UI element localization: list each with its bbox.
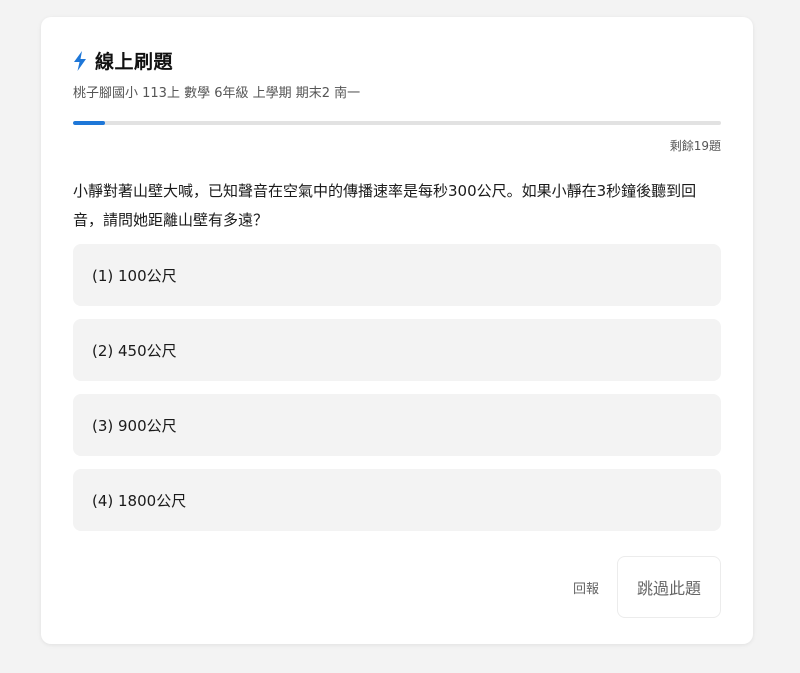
answer-options: (1) 100公尺 (2) 450公尺 (3) 900公尺 (4) 1800公尺	[73, 244, 721, 544]
remaining-count: 剩餘19題	[669, 139, 721, 153]
quiz-header: 線上刷題	[73, 47, 173, 74]
lightning-bolt-icon	[74, 50, 86, 71]
quiz-card: 線上刷題 桃子腳國小 113上 數學 6年級 上學期 期末2 南一 剩餘19題 …	[41, 17, 753, 644]
answer-option-1[interactable]: (1) 100公尺	[73, 244, 721, 306]
answer-option-3[interactable]: (3) 900公尺	[73, 394, 721, 456]
quiz-subtitle: 桃子腳國小 113上 數學 6年級 上學期 期末2 南一	[73, 86, 361, 101]
progress-fill	[73, 121, 106, 125]
answer-option-4[interactable]: (4) 1800公尺	[73, 469, 721, 531]
answer-option-2[interactable]: (2) 450公尺	[73, 319, 721, 381]
progress-bar	[73, 121, 721, 125]
question-text: 小靜對著山壁大喊，已知聲音在空氣中的傳播速率是每秒300公尺。如果小靜在3秒鐘後…	[73, 182, 697, 229]
skip-question-button[interactable]: 跳過此題	[617, 556, 721, 618]
report-link[interactable]: 回報	[573, 578, 599, 597]
page-title: 線上刷題	[95, 51, 174, 73]
quiz-footer: 回報 跳過此題	[573, 556, 721, 618]
